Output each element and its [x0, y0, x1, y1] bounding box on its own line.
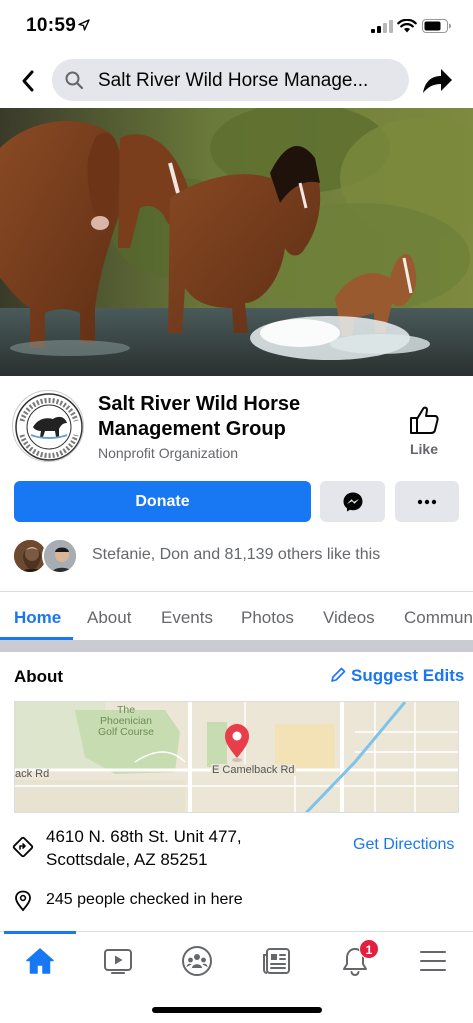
- checkins-count: 245 people checked in here: [46, 891, 243, 908]
- messenger-button[interactable]: [320, 481, 385, 522]
- like-button[interactable]: Like: [400, 404, 448, 460]
- wifi-icon: [397, 19, 417, 33]
- about-heading: About: [14, 667, 64, 686]
- top-nav: Salt River Wild Horse Manage...: [0, 56, 473, 108]
- cellular-signal-icon: [371, 20, 393, 33]
- tab-news[interactable]: [254, 941, 298, 981]
- chevron-left-icon: [22, 70, 34, 92]
- status-bar: 10:59: [0, 0, 473, 56]
- messenger-icon: [343, 492, 362, 511]
- map-road-label: E Camelback Rd: [211, 764, 296, 776]
- back-button[interactable]: [14, 66, 42, 96]
- tab-events[interactable]: Events: [161, 608, 213, 628]
- groups-icon: [182, 946, 212, 976]
- tab-videos[interactable]: Videos: [323, 608, 375, 628]
- likers-summary: Stefanie, Don and 81,139 others like thi…: [92, 546, 381, 563]
- avatar: [42, 538, 78, 574]
- map-label-golf: The Phoenician Golf Course: [97, 704, 155, 738]
- thumbs-up-icon: [410, 406, 439, 434]
- page-category: Nonprofit Organization: [98, 445, 239, 461]
- donate-button[interactable]: Donate: [14, 481, 311, 522]
- menu-icon: [420, 951, 446, 971]
- tab-watch[interactable]: [96, 941, 140, 981]
- search-bar[interactable]: Salt River Wild Horse Manage...: [52, 59, 409, 101]
- more-options-button[interactable]: [395, 481, 459, 522]
- battery-icon: [422, 19, 451, 33]
- active-tab-indicator: [4, 931, 76, 934]
- share-button[interactable]: [420, 64, 454, 98]
- tab-menu[interactable]: [411, 941, 455, 981]
- tab-home-feed[interactable]: [18, 941, 62, 981]
- cover-photo[interactable]: [0, 108, 473, 376]
- page-title: Salt River Wild Horse Management Group: [98, 393, 301, 440]
- like-label: Like: [409, 441, 438, 457]
- notifications-badge: 1: [359, 939, 379, 959]
- tab-photos[interactable]: Photos: [241, 608, 294, 628]
- news-icon: [263, 948, 290, 974]
- tab-community[interactable]: Commun: [404, 608, 473, 628]
- suggest-edits-link[interactable]: Suggest Edits: [330, 666, 464, 686]
- tab-home[interactable]: Home: [14, 608, 61, 628]
- page-tabs: Home About Events Photos Videos Commun: [0, 592, 473, 640]
- search-icon: [65, 71, 84, 90]
- friends-who-like[interactable]: Stefanie, Don and 81,139 others like thi…: [12, 536, 462, 576]
- directions-icon: [12, 836, 34, 858]
- home-indicator[interactable]: [152, 1007, 322, 1013]
- share-arrow-icon: [423, 69, 452, 93]
- tab-groups[interactable]: [175, 941, 219, 981]
- address-line-2: Scottsdale, AZ 85251: [46, 850, 208, 869]
- location-pin-icon: [15, 890, 31, 912]
- location-map[interactable]: The Phoenician Golf Course E Camelback R…: [14, 701, 459, 813]
- tab-notifications[interactable]: 1: [333, 939, 379, 981]
- pencil-icon: [331, 667, 346, 682]
- section-separator: [0, 640, 473, 652]
- status-time: 10:59: [26, 15, 77, 36]
- page-profile-picture[interactable]: [12, 390, 84, 462]
- map-road-label-left: ack Rd: [15, 768, 50, 780]
- home-icon: [26, 948, 54, 974]
- tab-about[interactable]: About: [87, 608, 131, 628]
- location-arrow-icon: [78, 19, 90, 31]
- get-directions-link[interactable]: Get Directions: [353, 836, 454, 854]
- address-line-1: 4610 N. 68th St. Unit 477,: [46, 827, 242, 846]
- video-icon: [104, 949, 132, 974]
- more-horizontal-icon: [417, 499, 437, 504]
- suggest-edits-label: Suggest Edits: [351, 666, 465, 685]
- address: 4610 N. 68th St. Unit 477, Scottsdale, A…: [46, 825, 242, 871]
- search-input[interactable]: Salt River Wild Horse Manage...: [98, 70, 398, 92]
